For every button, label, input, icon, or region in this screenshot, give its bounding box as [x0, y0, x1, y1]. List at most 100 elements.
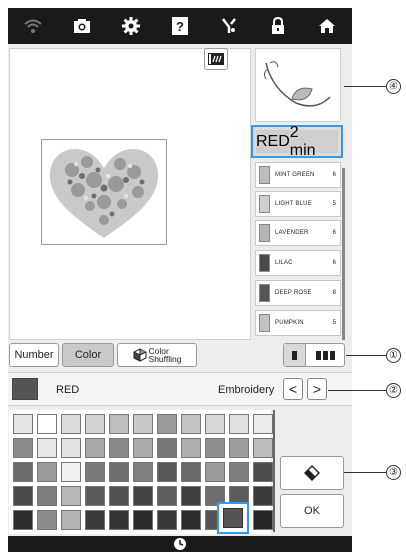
home-icon[interactable]	[313, 12, 341, 40]
palette-color-cell[interactable]	[37, 414, 57, 434]
thread-item[interactable]: LIGHT BLUE 5	[255, 191, 341, 217]
palette-color-cell[interactable]	[13, 438, 33, 458]
thread-swatch	[259, 195, 270, 213]
palette-color-cell[interactable]	[253, 438, 273, 458]
palette-color-cell[interactable]	[157, 462, 177, 482]
palette-color-cell[interactable]	[133, 438, 153, 458]
thread-item-selected[interactable]: RED 2 min	[251, 124, 343, 159]
palette-color-cell[interactable]	[109, 462, 129, 482]
thread-name: PUMPKIN	[275, 320, 304, 326]
palette-color-cell[interactable]	[253, 414, 273, 434]
thread-swatch	[259, 166, 270, 184]
thread-swatch	[259, 314, 270, 332]
tab-color-shuffling[interactable]: Color Shuffling	[117, 343, 197, 367]
thread-count: 6	[332, 229, 336, 236]
palette-color-cell[interactable]	[61, 414, 81, 434]
multi-layout-button[interactable]	[306, 344, 344, 366]
palette-color-cell[interactable]	[109, 510, 129, 530]
callout-line	[344, 472, 386, 473]
palette-color-cell[interactable]	[181, 414, 201, 434]
callout-2: ②	[386, 383, 401, 398]
palette-color-cell[interactable]	[61, 486, 81, 506]
palette-color-cell[interactable]	[109, 486, 129, 506]
palette-color-cell[interactable]	[13, 486, 33, 506]
reset-color-button[interactable]	[280, 456, 344, 490]
brand-prev-button[interactable]: <	[283, 378, 303, 400]
palette-color-cell[interactable]	[85, 510, 105, 530]
tab-color[interactable]: Color	[62, 343, 114, 367]
callout-line	[344, 86, 386, 87]
palette-color-cell[interactable]	[181, 510, 201, 530]
ok-button[interactable]: OK	[280, 494, 344, 528]
palette-color-cell[interactable]	[13, 414, 33, 434]
palette-color-cell[interactable]	[13, 510, 33, 530]
tab-number[interactable]: Number	[9, 343, 59, 367]
brand-next-button[interactable]: >	[307, 378, 327, 400]
palette-color-cell[interactable]	[109, 414, 129, 434]
palette-color-cell[interactable]	[61, 462, 81, 482]
thread-name: LAVENDER	[275, 230, 309, 236]
thread-list-scrollbar[interactable]	[342, 168, 345, 340]
palette-color-cell[interactable]	[85, 414, 105, 434]
palette-color-cell[interactable]	[61, 438, 81, 458]
thread-count: 5	[332, 319, 336, 326]
palette-color-cell[interactable]	[109, 438, 129, 458]
palette-color-cell[interactable]	[229, 462, 249, 482]
thread-name: RED	[256, 132, 290, 150]
single-layout-button[interactable]	[284, 344, 306, 366]
palette-color-cell[interactable]	[229, 414, 249, 434]
palette-color-cell[interactable]	[181, 486, 201, 506]
clock-icon[interactable]	[173, 537, 187, 551]
palette-color-cell[interactable]	[133, 486, 153, 506]
palette-color-cell[interactable]	[205, 414, 225, 434]
palette-color-cell[interactable]	[85, 438, 105, 458]
thread-swatch	[259, 254, 270, 272]
thread-item[interactable]: MINT GREEN 6	[255, 162, 341, 188]
palette-color-cell[interactable]	[157, 510, 177, 530]
palette-color-cell[interactable]	[181, 462, 201, 482]
palette-color-cell[interactable]	[229, 438, 249, 458]
thread-item[interactable]: LAVENDER 6	[255, 220, 341, 246]
palette-color-cell[interactable]	[37, 486, 57, 506]
layout-toggle[interactable]	[283, 343, 345, 367]
palette-color-cell[interactable]	[133, 462, 153, 482]
palette-color-cell[interactable]	[157, 414, 177, 434]
palette-color-cell[interactable]	[133, 414, 153, 434]
palette-color-cell[interactable]	[205, 438, 225, 458]
callout-1: ①	[386, 348, 401, 363]
palette-color-cell[interactable]	[13, 462, 33, 482]
view-toggle-button[interactable]	[204, 48, 228, 70]
help-icon[interactable]: ?	[166, 12, 194, 40]
palette-color-cell[interactable]	[37, 438, 57, 458]
leaf-thumbnail-image	[263, 61, 331, 107]
thread-name: LIGHT BLUE	[275, 201, 312, 207]
palette-color-cell[interactable]	[85, 486, 105, 506]
heart-design-image	[49, 148, 159, 238]
palette-color-cell[interactable]	[85, 462, 105, 482]
palette-color-cell[interactable]	[61, 510, 81, 530]
settings-icon[interactable]	[117, 12, 145, 40]
palette-color-cell[interactable]	[157, 438, 177, 458]
thread-item[interactable]: DEEP ROSE 8	[255, 280, 341, 306]
palette-color-cell[interactable]	[253, 486, 273, 506]
thread-item[interactable]: PUMPKIN 5	[255, 310, 341, 336]
wifi-icon[interactable]	[19, 12, 47, 40]
embroidery-edit-icon[interactable]	[215, 12, 243, 40]
palette-color-cell[interactable]	[133, 510, 153, 530]
palette-color-cell[interactable]	[181, 438, 201, 458]
camera-icon[interactable]	[68, 12, 96, 40]
thread-swatch	[259, 284, 270, 302]
palette-color-cell[interactable]	[37, 462, 57, 482]
palette-selected-cell[interactable]	[223, 508, 243, 528]
palette-scrollbar[interactable]	[273, 410, 275, 532]
lock-icon[interactable]	[264, 12, 292, 40]
thread-count: 6	[332, 171, 336, 178]
palette-color-cell[interactable]	[157, 486, 177, 506]
palette-color-cell[interactable]	[253, 462, 273, 482]
palette-color-cell[interactable]	[37, 510, 57, 530]
palette-color-cell[interactable]	[253, 510, 273, 530]
callout-line	[346, 355, 386, 356]
palette-color-cell[interactable]	[205, 462, 225, 482]
help-glyph: ?	[171, 17, 188, 35]
thread-item[interactable]: LILAC 6	[255, 250, 341, 276]
